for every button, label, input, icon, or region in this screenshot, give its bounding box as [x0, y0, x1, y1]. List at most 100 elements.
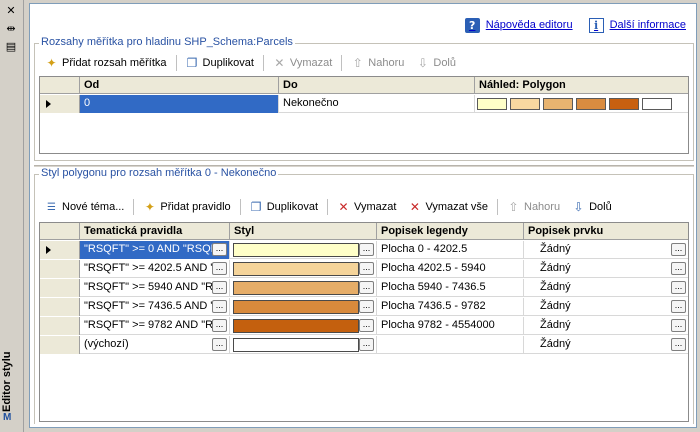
delete-scale-button[interactable]: ✕ Vymazat	[267, 53, 338, 73]
edit-rule-button[interactable]: ...	[212, 300, 227, 313]
cell-to[interactable]: Nekonečno	[279, 95, 475, 113]
scale-grid-header: Od Do Náhled: Polygon	[40, 77, 688, 94]
feature-label-value: Žádný	[540, 262, 571, 274]
table-row[interactable]: "RSQFT" >= 4202.5 AND "...... Plocha 4202…	[40, 260, 688, 278]
dock-toggle-icon[interactable]: ⇹	[4, 22, 18, 36]
cell-feature-label[interactable]: Žádný...	[524, 336, 688, 354]
cell-legend-label[interactable]: Plocha 4202.5 - 5940	[377, 260, 524, 278]
cell-style[interactable]: ...	[230, 298, 377, 316]
cell-rule[interactable]: (výchozí)...	[80, 336, 230, 354]
rule-expression: (výchozí)	[84, 338, 129, 350]
info-icon: i	[588, 17, 604, 33]
column-header-style: Styl	[230, 223, 377, 240]
edit-label-button[interactable]: ...	[671, 300, 686, 313]
cell-feature-label[interactable]: Žádný...	[524, 279, 688, 297]
table-row[interactable]: "RSQFT" >= 0 AND "RSQF...... Plocha 0 - 4…	[40, 241, 688, 259]
cell-from[interactable]: 0	[80, 95, 279, 113]
edit-style-button[interactable]: ...	[359, 262, 374, 275]
add-rule-button[interactable]: ✦ Přidat pravidlo	[137, 197, 236, 217]
toolbar-separator	[341, 55, 343, 71]
edit-rule-button[interactable]: ...	[212, 243, 227, 256]
app-logo-icon: M	[3, 412, 12, 423]
delete-rule-button[interactable]: ✕ Vymazat	[331, 197, 402, 217]
edit-style-button[interactable]: ...	[359, 281, 374, 294]
edit-rule-button[interactable]: ...	[212, 338, 227, 351]
properties-icon[interactable]: ▤	[4, 40, 18, 54]
row-header[interactable]	[40, 260, 80, 278]
add-scale-range-button[interactable]: ✦ Přidat rozsah měřítka	[39, 53, 173, 73]
delete-icon: ✕	[338, 199, 349, 214]
cell-feature-label[interactable]: Žádný...	[524, 317, 688, 335]
cell-style[interactable]: ...	[230, 317, 377, 335]
row-header[interactable]	[40, 298, 80, 316]
move-up-scale-button[interactable]: ⇧ Nahoru	[345, 53, 410, 73]
column-header-from: Od	[80, 77, 279, 94]
table-row[interactable]: "RSQFT" >= 5940 AND "R...... Plocha 5940 …	[40, 279, 688, 297]
edit-label-button[interactable]: ...	[671, 281, 686, 294]
cell-rule[interactable]: "RSQFT" >= 7436.5 AND "...	[80, 298, 230, 316]
duplicate-rule-button[interactable]: ❐ Duplikovat	[244, 197, 324, 217]
help-icon: ?	[464, 17, 480, 33]
move-down-rule-button[interactable]: ⇩ Dolů	[566, 197, 618, 217]
table-row[interactable]: (výchozí)...... Žádný...	[40, 336, 688, 354]
row-header[interactable]	[40, 241, 80, 259]
preview-swatch	[576, 98, 606, 110]
cell-legend-label[interactable]: Plocha 5940 - 7436.5	[377, 279, 524, 297]
style-fill-swatch	[233, 281, 359, 295]
edit-rule-button[interactable]: ...	[212, 262, 227, 275]
cell-rule[interactable]: "RSQFT" >= 5940 AND "R...	[80, 279, 230, 297]
cell-feature-label[interactable]: Žádný...	[524, 260, 688, 278]
cell-style[interactable]: ...	[230, 241, 377, 259]
move-down-scale-button[interactable]: ⇩ Dolů	[410, 53, 462, 73]
column-header-to: Do	[279, 77, 475, 94]
table-row[interactable]: "RSQFT" >= 9782 AND "R...... Plocha 9782 …	[40, 317, 688, 335]
current-row-icon	[46, 100, 51, 108]
cell-legend-label[interactable]: Plocha 9782 - 4554000	[377, 317, 524, 335]
rule-expression: "RSQFT" >= 0 AND "RSQF	[84, 243, 218, 255]
cell-feature-label[interactable]: Žádný...	[524, 241, 688, 259]
more-info-link[interactable]: i Další informace	[588, 17, 686, 33]
row-header[interactable]	[40, 317, 80, 335]
scale-ranges-title: Rozsahy měřítka pro hladinu SHP_Schema:P…	[39, 36, 295, 48]
edit-label-button[interactable]: ...	[671, 319, 686, 332]
feature-label-value: Žádný	[540, 338, 571, 350]
editor-help-label: Nápověda editoru	[485, 19, 573, 31]
side-strip: ✕ ⇹ ▤ Editor stylu M	[0, 0, 24, 432]
cell-feature-label[interactable]: Žádný...	[524, 298, 688, 316]
edit-style-button[interactable]: ...	[359, 319, 374, 332]
cell-legend-label[interactable]: Plocha 0 - 4202.5	[377, 241, 524, 259]
edit-rule-button[interactable]: ...	[212, 281, 227, 294]
edit-style-button[interactable]: ...	[359, 243, 374, 256]
close-icon[interactable]: ✕	[4, 4, 18, 18]
edit-style-button[interactable]: ...	[359, 338, 374, 351]
cell-rule[interactable]: "RSQFT" >= 9782 AND "R...	[80, 317, 230, 335]
cell-legend-label[interactable]	[377, 336, 524, 354]
cell-rule[interactable]: "RSQFT" >= 0 AND "RSQF...	[80, 241, 230, 259]
duplicate-icon: ❐	[250, 199, 262, 214]
cell-legend-label[interactable]: Plocha 7436.5 - 9782	[377, 298, 524, 316]
row-header[interactable]	[40, 95, 80, 113]
edit-label-button[interactable]: ...	[671, 262, 686, 275]
edit-rule-button[interactable]: ...	[212, 319, 227, 332]
new-theme-button[interactable]: ☰ Nové téma...	[39, 197, 130, 217]
duplicate-scale-button[interactable]: ❐ Duplikovat	[180, 53, 260, 73]
preview-swatch	[510, 98, 540, 110]
cell-style[interactable]: ...	[230, 279, 377, 297]
toolbar-separator	[262, 55, 264, 71]
cell-style[interactable]: ...	[230, 336, 377, 354]
move-up-rule-button[interactable]: ⇧ Nahoru	[501, 197, 566, 217]
table-row[interactable]: 0 Nekonečno	[40, 95, 688, 113]
row-header[interactable]	[40, 336, 80, 354]
cell-style[interactable]: ...	[230, 260, 377, 278]
row-header[interactable]	[40, 279, 80, 297]
editor-help-link[interactable]: ? Nápověda editoru	[464, 17, 573, 33]
cell-preview[interactable]	[475, 95, 688, 113]
edit-style-button[interactable]: ...	[359, 300, 374, 313]
edit-label-button[interactable]: ...	[671, 338, 686, 351]
cell-rule[interactable]: "RSQFT" >= 4202.5 AND "...	[80, 260, 230, 278]
edit-label-button[interactable]: ...	[671, 243, 686, 256]
table-row[interactable]: "RSQFT" >= 7436.5 AND "...... Plocha 7436…	[40, 298, 688, 316]
toolbar-separator	[239, 199, 241, 215]
arrow-up-icon: ⇧	[352, 55, 363, 70]
delete-all-rules-button[interactable]: ✕ Vymazat vše	[402, 197, 494, 217]
